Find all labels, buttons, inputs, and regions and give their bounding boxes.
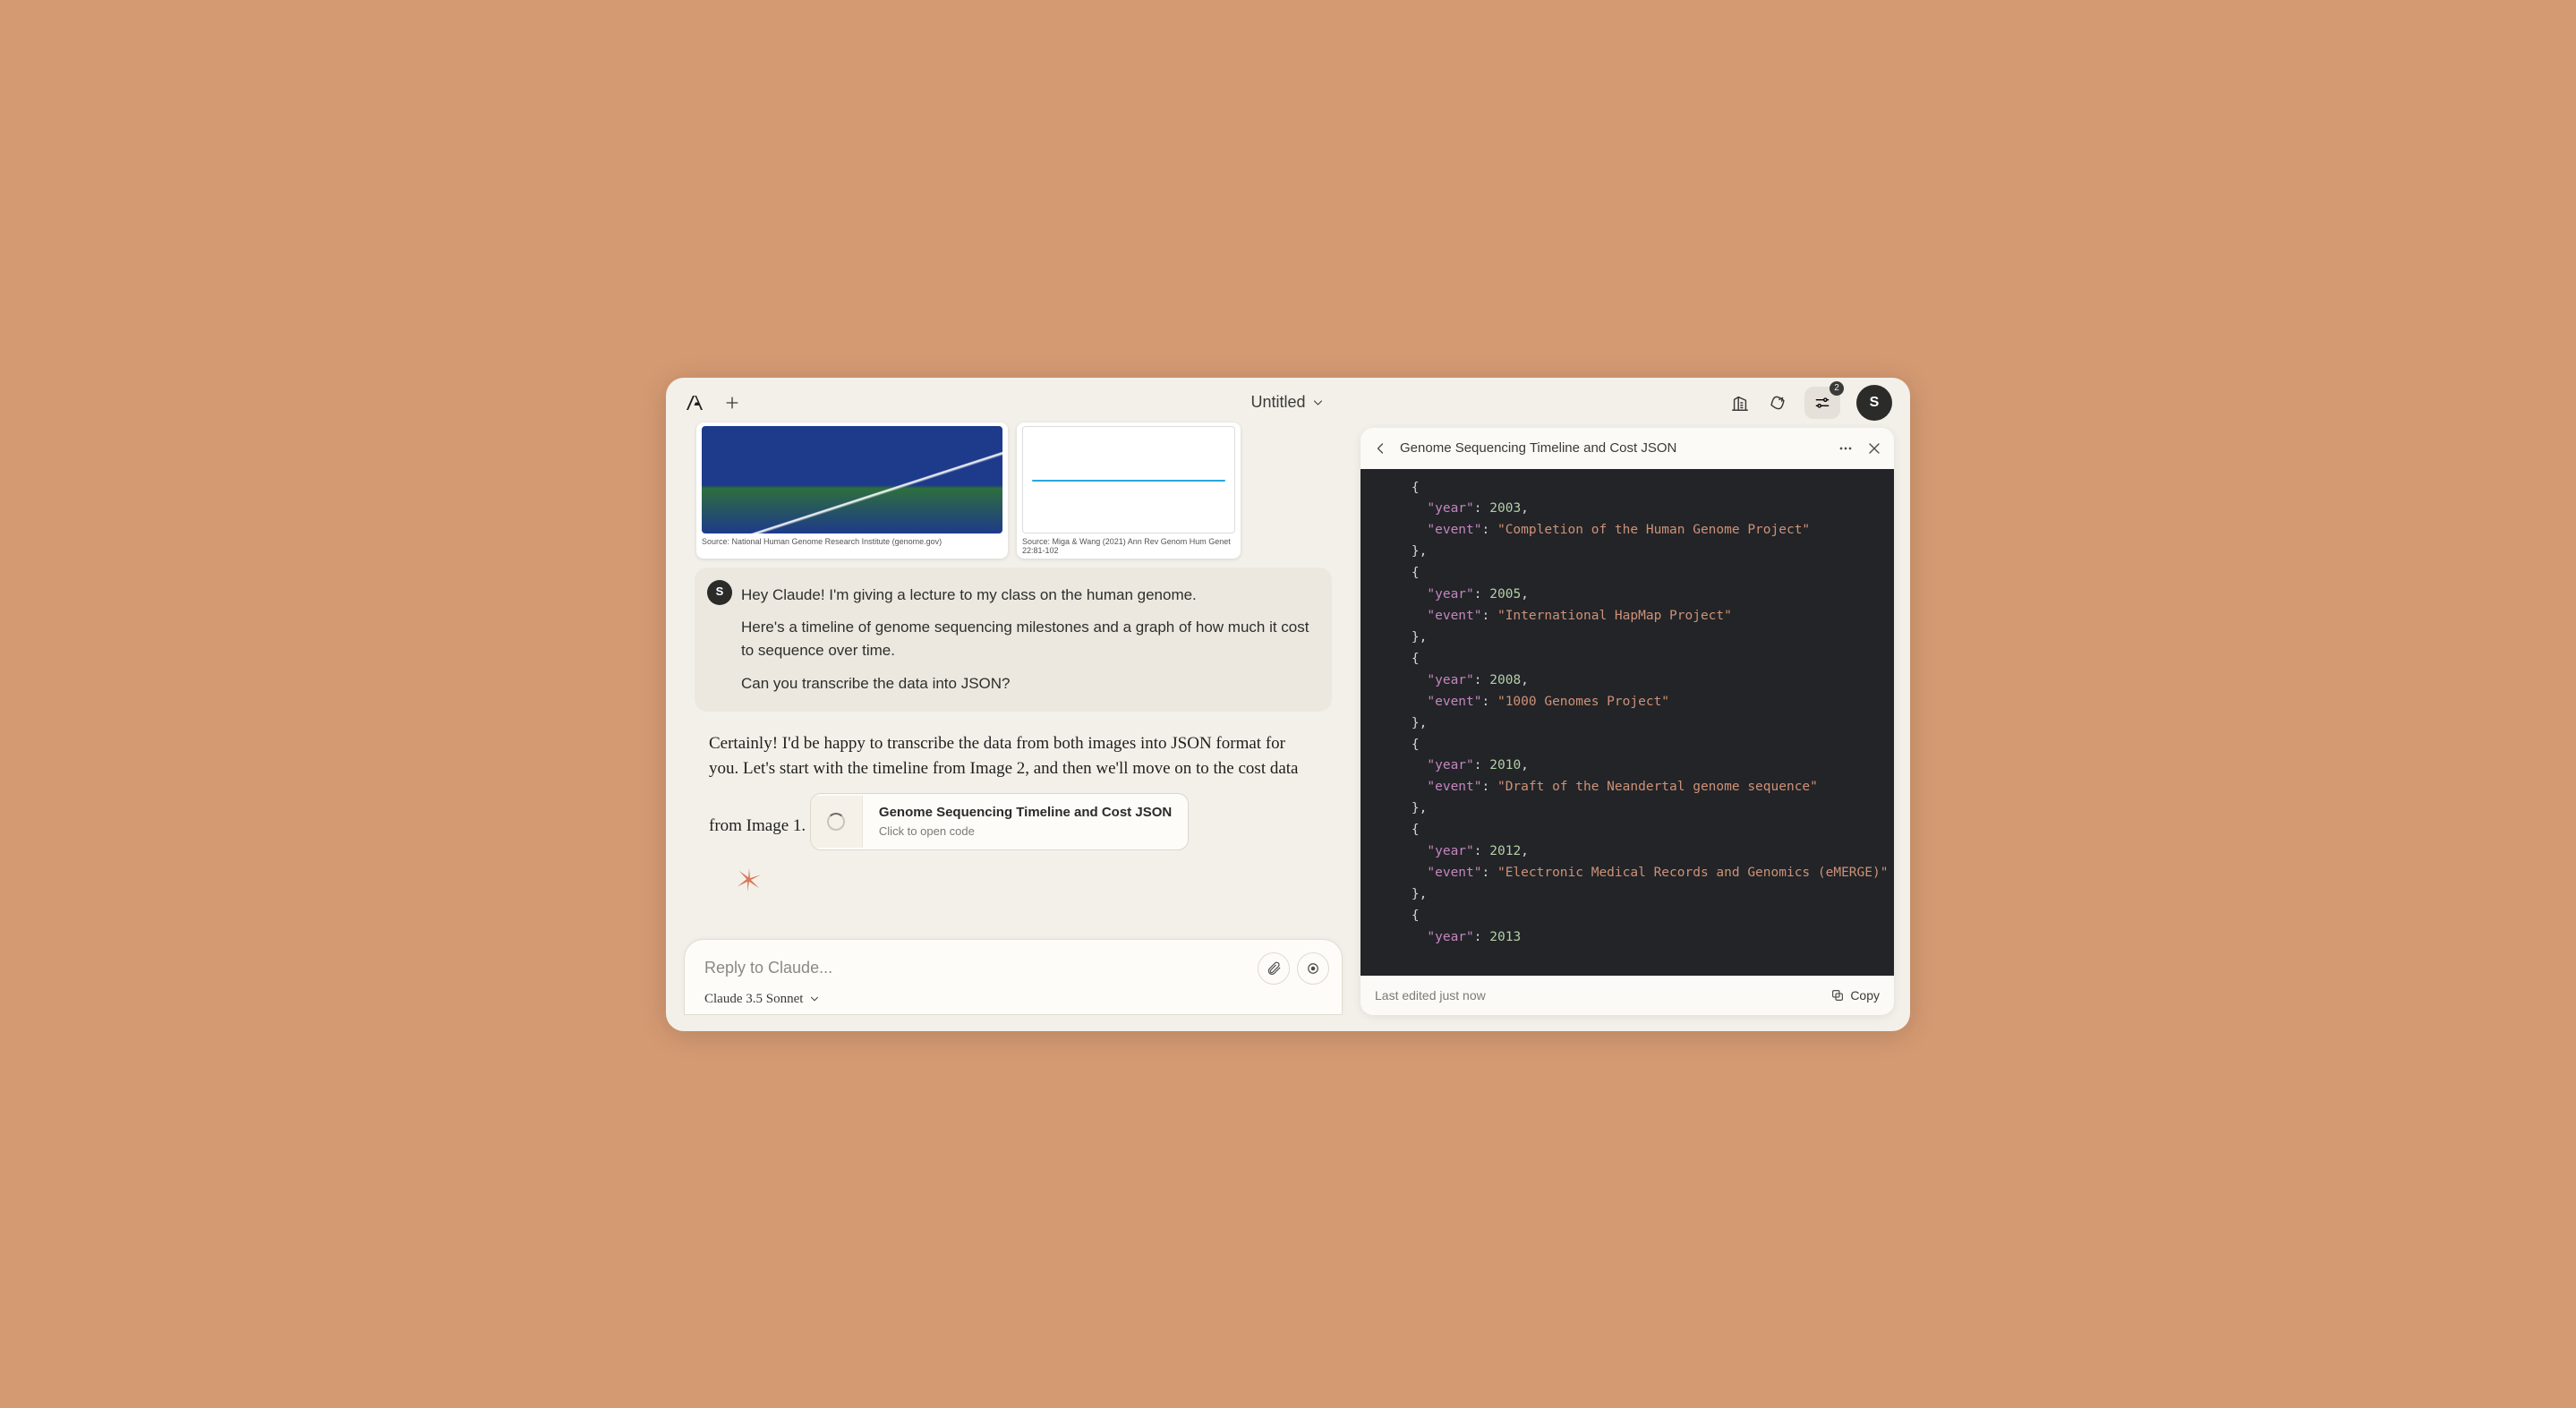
loading-spinner-icon [811, 796, 863, 848]
conversation-title[interactable]: Untitled [1250, 393, 1325, 412]
copy-button[interactable]: Copy [1830, 988, 1880, 1003]
record-button[interactable] [1297, 952, 1329, 985]
copy-label: Copy [1850, 988, 1880, 1003]
chevron-down-icon [808, 993, 821, 1005]
chevron-down-icon [1311, 396, 1326, 410]
user-avatar-small: S [707, 580, 732, 605]
avatar-initial: S [1870, 395, 1880, 411]
user-message: S Hey Claude! I'm giving a lecture to my… [695, 567, 1332, 712]
attachments-row: Source: National Human Genome Research I… [682, 422, 1344, 567]
settings-sliders-button[interactable]: 2 [1804, 387, 1840, 419]
main-area: Source: National Human Genome Research I… [666, 428, 1910, 1031]
topbar: Untitled 2 S [666, 378, 1910, 428]
artifact-card[interactable]: Genome Sequencing Timeline and Cost JSON… [810, 793, 1189, 850]
anthropic-logo [684, 392, 705, 414]
more-menu-button[interactable] [1837, 439, 1855, 457]
attachment-card[interactable]: Source: Miga & Wang (2021) Ann Rev Genom… [1017, 422, 1241, 559]
artifact-title: Genome Sequencing Timeline and Cost JSON [1400, 440, 1826, 456]
chat-column: Source: National Human Genome Research I… [682, 428, 1344, 1015]
artifact-card-title: Genome Sequencing Timeline and Cost JSON [879, 803, 1172, 823]
artifact-header: Genome Sequencing Timeline and Cost JSON [1361, 428, 1894, 469]
settings-badge: 2 [1830, 381, 1844, 396]
conversation-title-text: Untitled [1250, 393, 1305, 412]
app-window: Untitled 2 S [666, 378, 1910, 1031]
reply-input[interactable] [704, 959, 1250, 977]
last-edited-text: Last edited just now [1375, 988, 1486, 1003]
attachment-thumbnail [1022, 426, 1235, 533]
user-text: Can you transcribe the data into JSON? [741, 672, 1312, 695]
back-button[interactable] [1371, 439, 1389, 457]
code-viewer[interactable]: { "year": 2003, "event": "Completion of … [1361, 469, 1894, 976]
user-text: Here's a timeline of genome sequencing m… [741, 616, 1312, 663]
artifact-footer: Last edited just now Copy [1361, 976, 1894, 1015]
attachment-caption: Source: Miga & Wang (2021) Ann Rev Genom… [1022, 537, 1235, 555]
artifact-panel: Genome Sequencing Timeline and Cost JSON… [1361, 428, 1894, 1015]
user-avatar-initial: S [716, 583, 724, 601]
claude-starburst-icon [736, 866, 1318, 902]
attachment-caption: Source: National Human Genome Research I… [702, 537, 1002, 546]
user-text: Hey Claude! I'm giving a lecture to my c… [741, 584, 1312, 607]
attachment-thumbnail [702, 426, 1002, 533]
artifact-card-subtitle: Click to open code [879, 823, 1172, 841]
assistant-message: Certainly! I'd be happy to transcribe th… [682, 724, 1344, 911]
composer: Claude 3.5 Sonnet [684, 939, 1343, 1015]
share-button[interactable] [1767, 392, 1788, 414]
model-name: Claude 3.5 Sonnet [704, 992, 803, 1007]
attach-button[interactable] [1258, 952, 1290, 985]
user-avatar[interactable]: S [1856, 385, 1892, 421]
attachment-card[interactable]: Source: National Human Genome Research I… [696, 422, 1008, 559]
new-chat-button[interactable] [721, 392, 743, 414]
close-button[interactable] [1865, 439, 1883, 457]
org-icon[interactable] [1729, 392, 1751, 414]
model-selector[interactable]: Claude 3.5 Sonnet [704, 985, 1329, 1007]
